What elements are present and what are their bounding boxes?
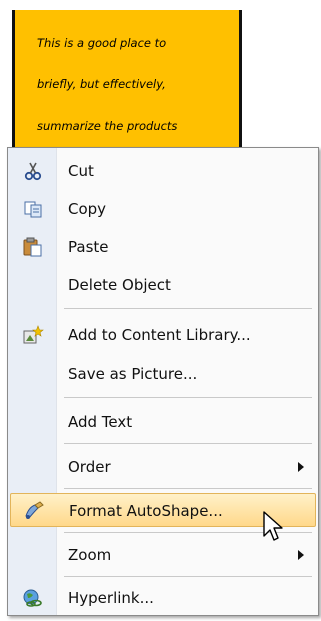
menu-item-label: Paste (68, 238, 109, 256)
menu-item-label: Delete Object (68, 276, 171, 294)
hyperlink-globe-icon (22, 588, 44, 608)
menu-item-save-as-picture[interactable]: Save as Picture... (10, 357, 316, 391)
menu-item-paste[interactable]: Paste (10, 230, 316, 264)
menu-item-label: Format AutoShape... (69, 502, 223, 520)
menu-item-label: Add Text (68, 413, 133, 431)
menu-item-add-to-content-library[interactable]: Add to Content Library... (10, 318, 316, 352)
menu-item-copy[interactable]: Copy (10, 192, 316, 226)
menu-item-hyperlink[interactable]: Hyperlink... (10, 581, 316, 615)
scissors-icon (22, 161, 44, 181)
format-autoshape-icon (23, 501, 45, 521)
mouse-pointer-icon (262, 510, 286, 550)
content-library-icon (22, 325, 44, 345)
yellow-autoshape[interactable]: This is a good place to briefly, but eff… (12, 10, 242, 160)
menu-separator (64, 443, 312, 444)
menu-item-label: Copy (68, 200, 107, 218)
menu-separator (64, 397, 312, 398)
menu-item-label: Order (68, 458, 111, 476)
menu-item-order[interactable]: Order (10, 450, 316, 484)
menu-separator (64, 488, 312, 489)
menu-separator (64, 308, 312, 309)
autoshape-text-line-1: This is a good place to (37, 36, 167, 50)
menu-item-label: Cut (68, 162, 94, 180)
menu-item-label: Save as Picture... (68, 365, 198, 383)
submenu-arrow-icon (298, 462, 304, 472)
menu-item-add-text[interactable]: Add Text (10, 405, 316, 439)
autoshape-text-line-2: briefly, but effectively, (37, 77, 166, 91)
copy-icon (22, 199, 44, 219)
paste-icon (22, 237, 44, 257)
menu-item-label: Hyperlink... (68, 589, 154, 607)
submenu-arrow-icon (298, 550, 304, 560)
menu-item-label: Add to Content Library... (68, 326, 251, 344)
menu-separator (64, 576, 312, 577)
autoshape-text-line-3: summarize the products (37, 119, 178, 133)
menu-item-cut[interactable]: Cut (10, 154, 316, 188)
menu-item-delete-object[interactable]: Delete Object (10, 268, 316, 302)
menu-item-label: Zoom (68, 546, 112, 564)
